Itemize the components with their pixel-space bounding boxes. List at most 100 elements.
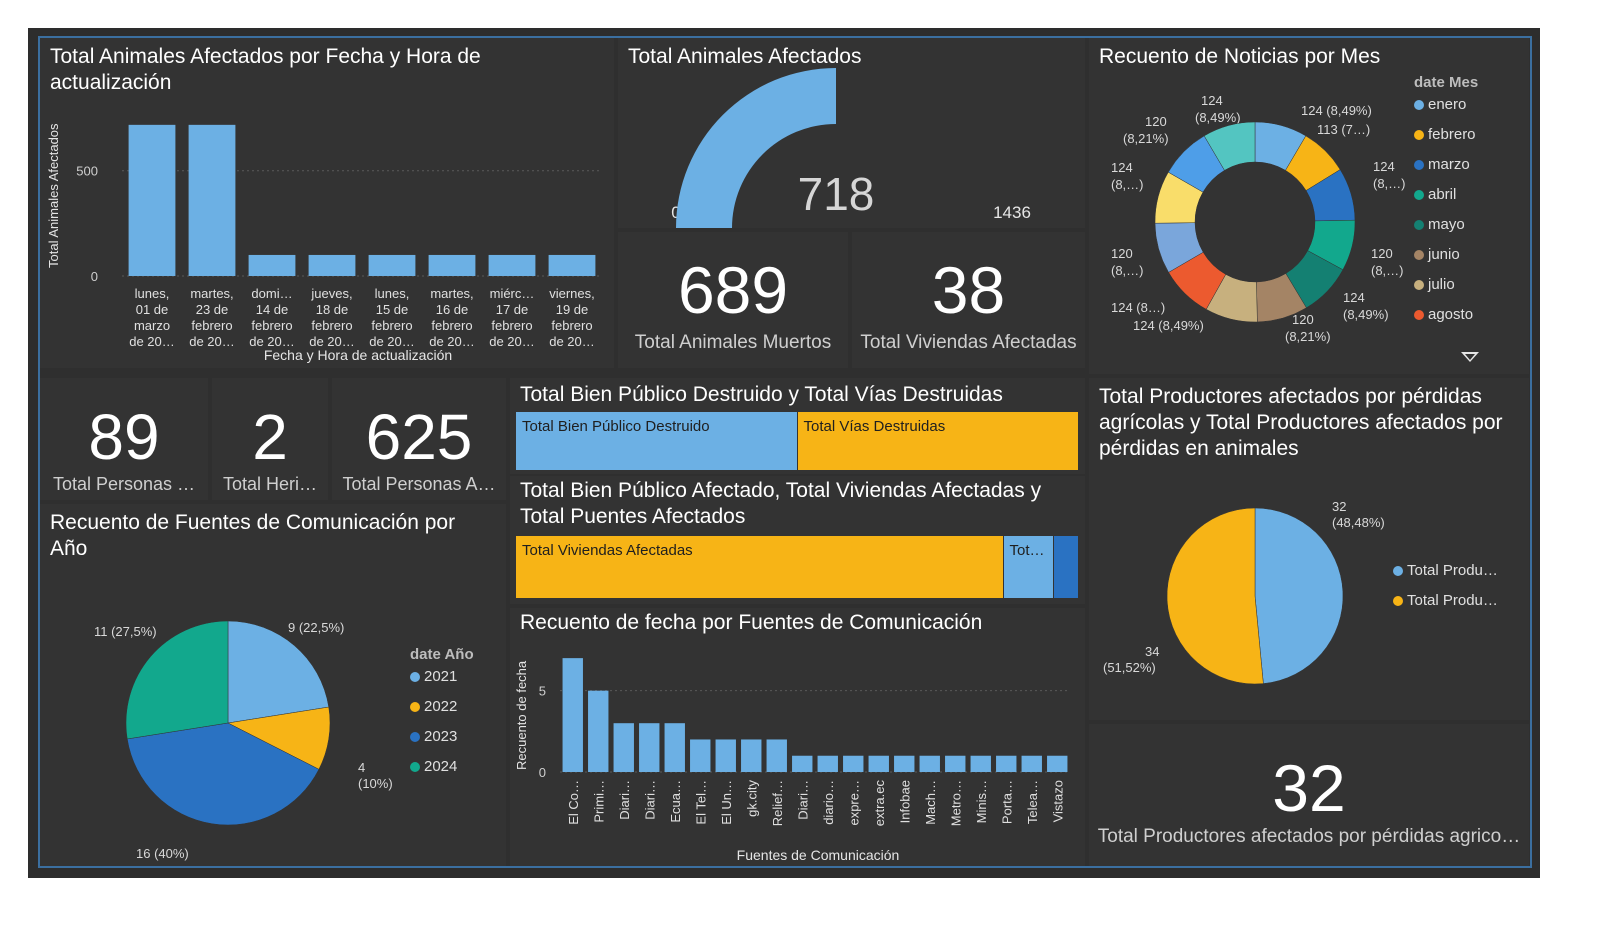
bar[interactable] (308, 254, 356, 276)
bar[interactable] (1021, 755, 1042, 772)
panel-animals-by-date[interactable]: Total Animales Afectados por Fecha y Hor… (40, 38, 614, 368)
data-label: 124 (8…) (1111, 300, 1165, 315)
data-label: 4 (358, 760, 365, 775)
card-productores[interactable]: 32 Total Productores afectados por pérdi… (1089, 724, 1529, 866)
bar[interactable] (741, 739, 762, 772)
legend-item[interactable]: Total Produ… (1393, 592, 1498, 609)
bar-chart-fuentes: Recuento de fecha Fuentes de Comunicació… (514, 658, 1070, 863)
legend-item[interactable]: Total Produ… (1393, 562, 1498, 579)
bar-chart-animals: Total Animales Afectados Fecha y Hora de… (46, 123, 602, 363)
bar[interactable] (428, 254, 476, 276)
x-tick-label: Metro… (948, 780, 963, 826)
legend-item[interactable]: marzo (1414, 156, 1470, 173)
bar[interactable] (894, 755, 915, 772)
legend-label: julio (1428, 276, 1455, 293)
data-label: 124 (1343, 290, 1365, 305)
bar[interactable] (188, 124, 236, 276)
panel-productores-pie[interactable]: Total Productores afectados por pérdidas… (1089, 378, 1529, 720)
panel-fecha-por-fuentes[interactable]: Recuento de fecha por Fuentes de Comunic… (510, 608, 1085, 866)
x-tick-label: domi… (251, 286, 292, 301)
legend-marker (1393, 596, 1403, 607)
panel-title: Total Bien Público Afectado, Total Vivie… (520, 479, 1042, 528)
bar[interactable] (996, 755, 1017, 772)
bar[interactable] (248, 254, 296, 276)
bar[interactable] (970, 755, 991, 772)
card-personas-1[interactable]: 89 Total Personas … (40, 378, 208, 500)
y-tick-label: 5 (539, 684, 546, 699)
x-tick-label: gk.city (744, 780, 759, 817)
legend-item[interactable]: julio (1414, 276, 1455, 293)
bar[interactable] (843, 755, 864, 772)
legend-item[interactable]: mayo (1414, 216, 1465, 233)
pie-slice-2021[interactable] (227, 620, 330, 724)
x-tick-label: diario… (821, 780, 836, 825)
legend-label: 2024 (424, 758, 458, 775)
legend-label: junio (1428, 246, 1460, 263)
card-viviendas-afectadas[interactable]: 38 Total Viviendas Afectadas (852, 232, 1085, 368)
gauge-chart: 0 1436 718 (671, 68, 1031, 228)
bar[interactable] (868, 755, 889, 772)
dashboard-frame: Total Animales Afectados por Fecha y Hor… (28, 28, 1540, 878)
bar[interactable] (766, 739, 787, 772)
panel-gauge[interactable]: Total Animales Afectados 0 1436 718 (618, 38, 1085, 228)
panel-noticias-por-mes[interactable]: Recuento de Noticias por Mes 124 (8,49%)… (1089, 38, 1529, 374)
data-label: 124 (1201, 93, 1223, 108)
bar[interactable] (690, 739, 711, 772)
legend-item[interactable]: junio (1414, 246, 1460, 263)
legend-marker (410, 762, 420, 773)
bar-segment[interactable]: Tot… (1003, 536, 1054, 598)
legend-item[interactable]: enero (1414, 96, 1466, 113)
y-tick-label: 0 (539, 765, 546, 780)
x-tick-label: de 20… (549, 334, 595, 349)
legend-marker (1414, 220, 1424, 231)
bar-segment[interactable]: Total Viviendas Afectadas (516, 536, 1004, 598)
x-tick-label: de 20… (249, 334, 295, 349)
pie-slice-agricolas[interactable] (1254, 507, 1344, 684)
bar[interactable] (817, 755, 838, 772)
x-axis-label: Fuentes de Comunicación (737, 847, 900, 863)
card-heridos[interactable]: 2 Total Heri… (212, 378, 328, 500)
bar[interactable] (664, 723, 685, 772)
data-label: 124 (1373, 159, 1395, 174)
bar[interactable] (945, 755, 966, 772)
legend-item[interactable]: agosto (1414, 306, 1473, 323)
x-tick-label: 15 de (376, 302, 409, 317)
bar[interactable] (128, 124, 176, 276)
bar[interactable] (488, 254, 536, 276)
gauge-max-label: 1436 (993, 203, 1031, 222)
card-personas-2[interactable]: 625 Total Personas A… (332, 378, 506, 500)
x-tick-label: 19 de (556, 302, 589, 317)
legend-item[interactable]: 2024 (410, 758, 457, 775)
x-tick-label: febrero (311, 318, 352, 333)
bar[interactable] (613, 723, 634, 772)
bar[interactable] (792, 755, 813, 772)
x-tick-label: Diari… (642, 780, 657, 820)
bar[interactable] (919, 755, 940, 772)
bar[interactable] (639, 723, 660, 772)
legend-item[interactable]: 2023 (410, 728, 457, 745)
bar[interactable] (548, 254, 596, 276)
bar-segment[interactable]: Total Bien Público Destruido (516, 412, 798, 470)
bar[interactable] (1047, 755, 1068, 772)
y-axis-label: Total Animales Afectados (46, 123, 61, 268)
legend-item[interactable]: 2021 (410, 668, 457, 685)
bar-segment[interactable]: Total Vías Destruidas (797, 412, 1079, 470)
chevron-down-icon[interactable] (1461, 352, 1479, 362)
data-label: 120 (1111, 246, 1133, 261)
bar[interactable] (368, 254, 416, 276)
legend-item[interactable]: abril (1414, 186, 1456, 203)
legend-item[interactable]: febrero (1414, 126, 1476, 143)
bar[interactable] (588, 690, 609, 772)
card-animales-muertos[interactable]: 689 Total Animales Muertos (618, 232, 848, 368)
data-label: 120 (1292, 312, 1314, 327)
card-value: 625 (365, 401, 473, 473)
bar[interactable] (562, 658, 583, 772)
bar[interactable] (715, 739, 736, 772)
bar-segment[interactable] (1053, 536, 1079, 598)
panel-fuentes-por-ano[interactable]: Recuento de Fuentes de Comunicación por … (40, 504, 506, 866)
panel-bien-publico-afectado[interactable]: Total Bien Público Afectado, Total Vivie… (510, 476, 1085, 604)
pie-slice-animales[interactable] (1166, 507, 1264, 685)
legend-item[interactable]: 2022 (410, 698, 457, 715)
panel-bien-publico-destruido[interactable]: Total Bien Público Destruido y Total Vía… (510, 378, 1085, 474)
legend-label: enero (1428, 96, 1467, 113)
